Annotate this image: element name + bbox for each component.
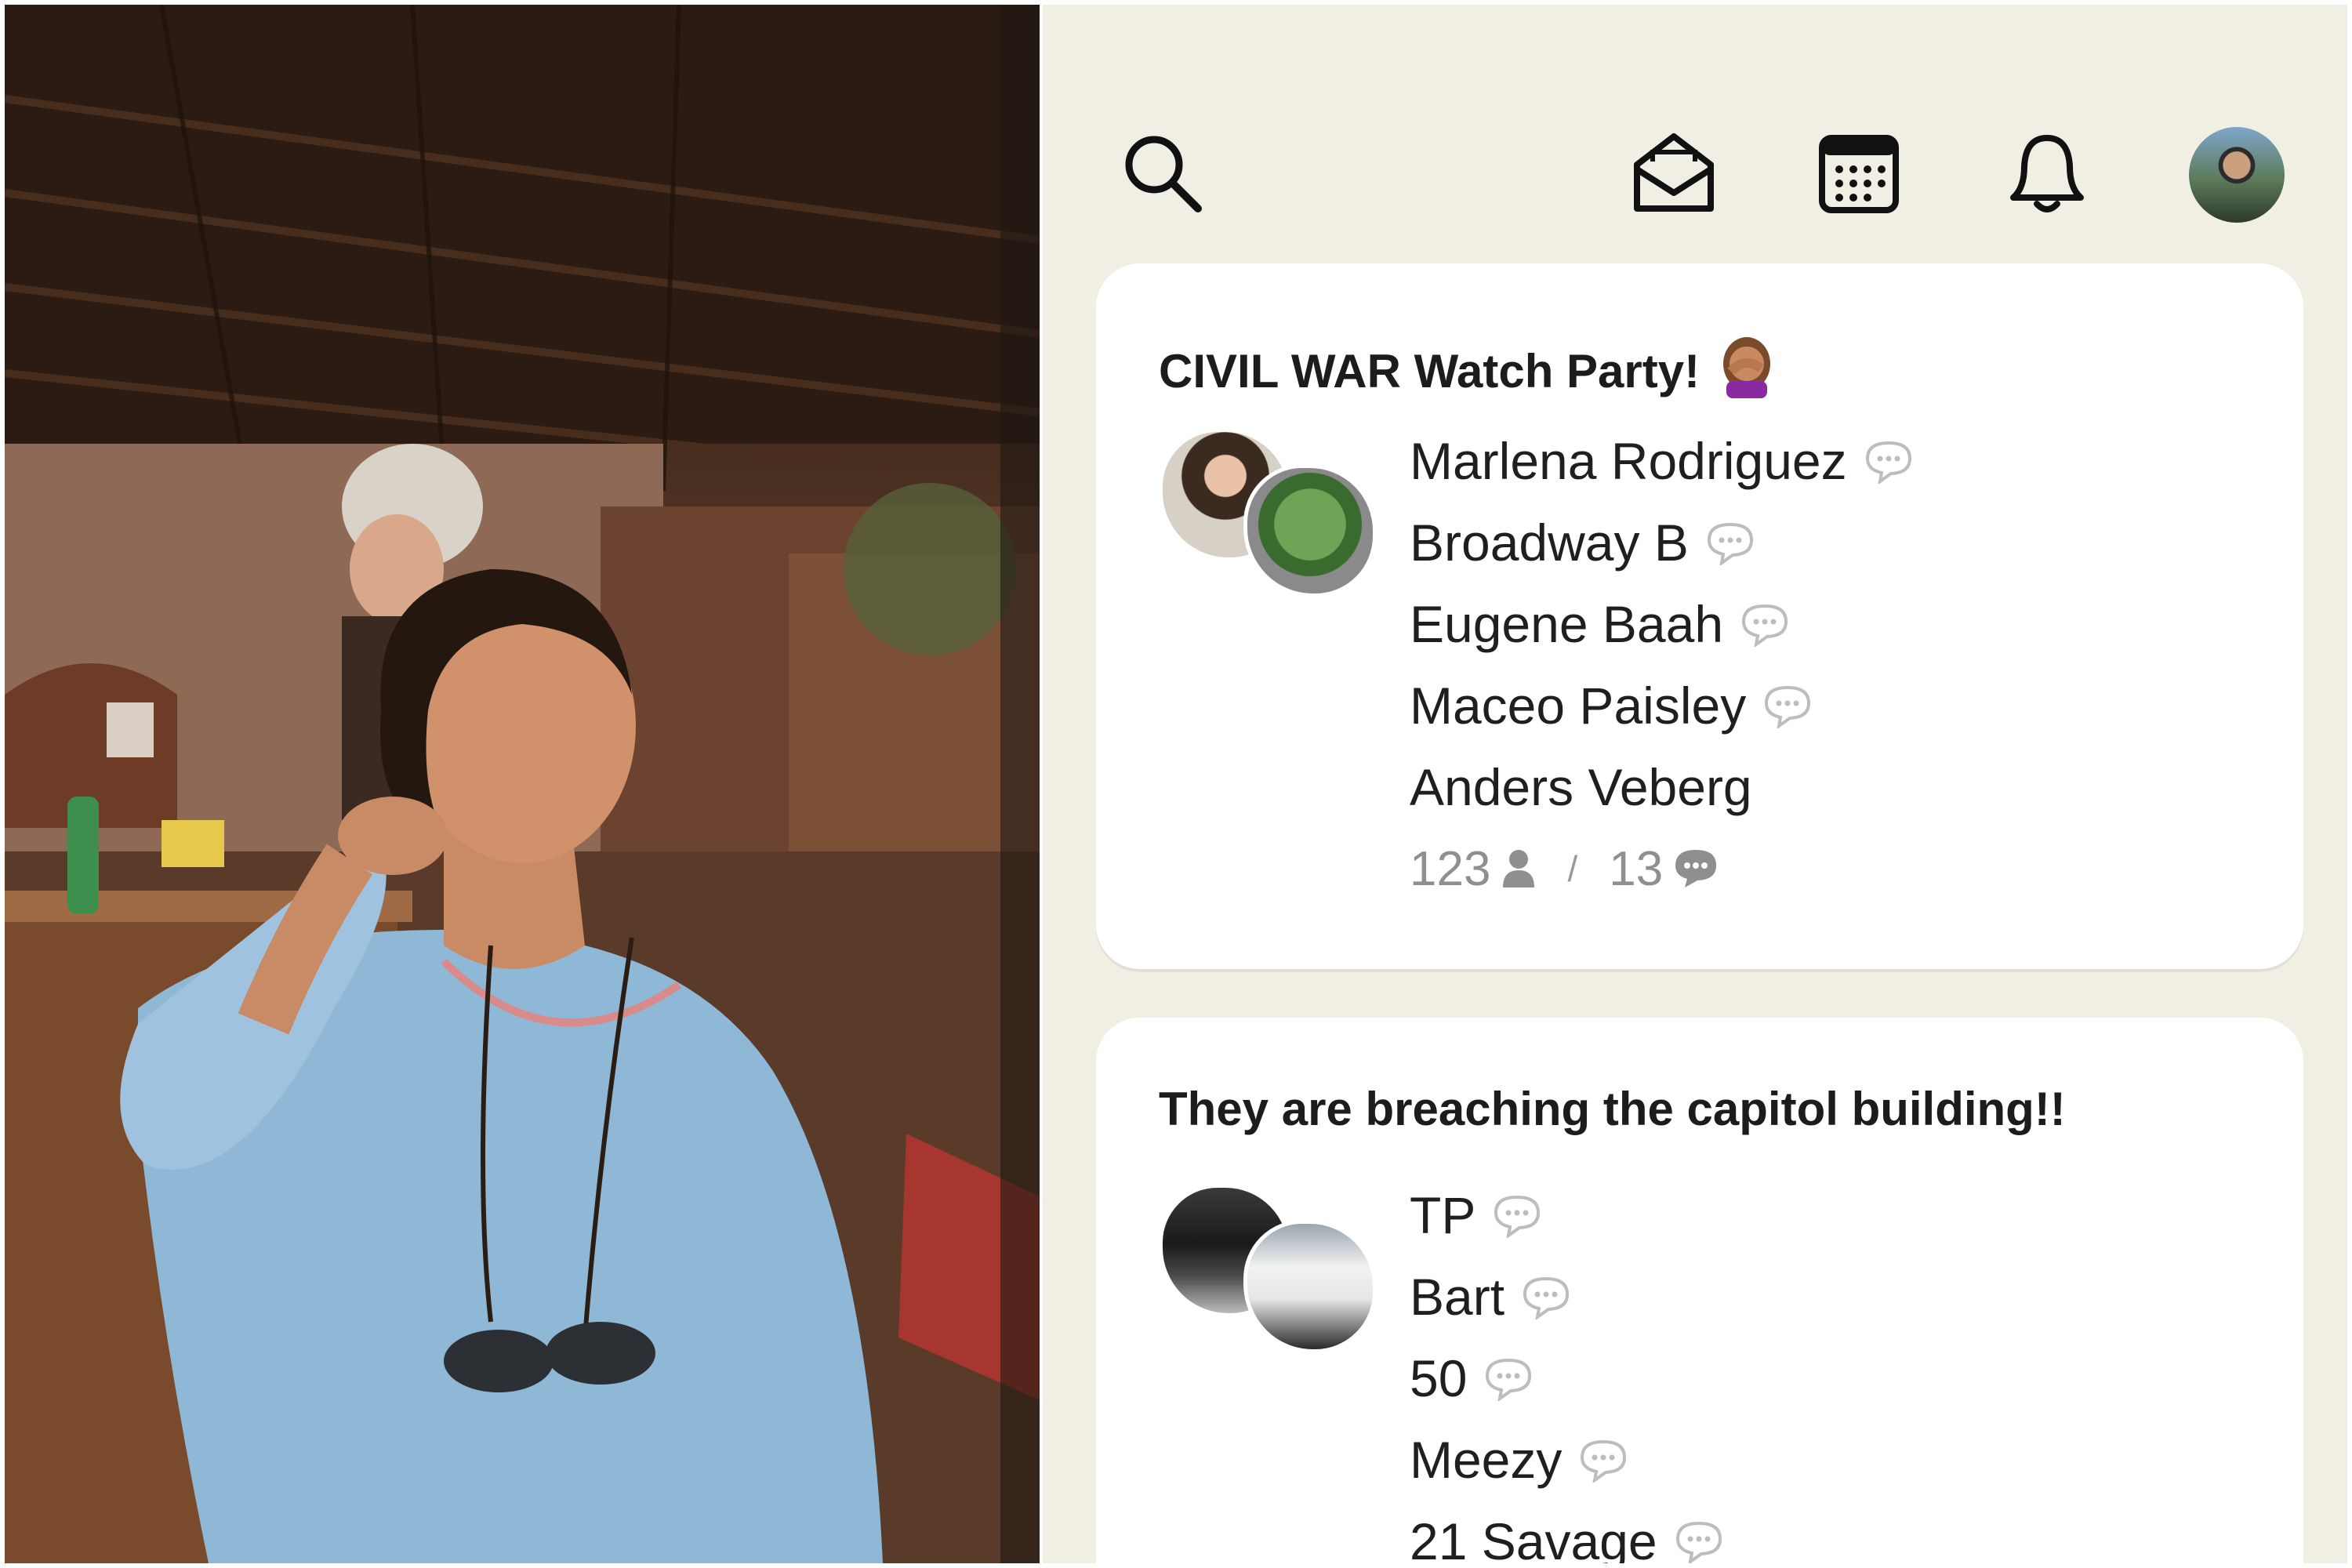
speaker-list: TP Bart 50 Meezy 21 Savage bbox=[1410, 1174, 1723, 1563]
invite-envelope-icon[interactable] bbox=[1631, 130, 1717, 216]
speaking-bubble-icon bbox=[1865, 441, 1911, 484]
room-title: CIVIL WAR Watch Party! bbox=[1159, 332, 1780, 398]
speaking-bubble-icon bbox=[1675, 1521, 1722, 1563]
person-icon bbox=[1503, 850, 1535, 887]
speaker-name[interactable]: 50 bbox=[1410, 1338, 1723, 1419]
speaker-avatar bbox=[1243, 464, 1377, 597]
speaker-avatars bbox=[1159, 428, 1378, 616]
search-icon[interactable] bbox=[1120, 130, 1206, 216]
speaker-name[interactable]: Bart bbox=[1410, 1256, 1723, 1338]
speaker-name[interactable]: Eugene Baah bbox=[1410, 583, 1913, 665]
woman-facepalming-emoji bbox=[1723, 337, 1771, 398]
speaker-name[interactable]: TP bbox=[1410, 1174, 1723, 1256]
speaking-bubble-icon bbox=[1486, 1358, 1532, 1401]
speaking-bubble-icon bbox=[1581, 1439, 1627, 1483]
room-card[interactable]: They are breaching the capitol building!… bbox=[1096, 1018, 2303, 1563]
speaker-name[interactable]: 21 Savage bbox=[1410, 1501, 1723, 1563]
photo-panel bbox=[5, 5, 1040, 1563]
speaker-name[interactable]: Marlena Rodriguez bbox=[1410, 420, 1913, 502]
speaking-bubble-icon bbox=[1742, 604, 1788, 647]
listener-count: 123 bbox=[1410, 841, 1491, 896]
profile-avatar[interactable] bbox=[2189, 127, 2285, 223]
speaker-name[interactable]: Maceo Paisley bbox=[1410, 665, 1913, 746]
speaking-bubble-icon bbox=[1494, 1195, 1541, 1238]
calendar-icon[interactable] bbox=[1816, 130, 1902, 216]
stats-separator: / bbox=[1567, 848, 1578, 889]
speaker-list: Marlena Rodriguez Broadway B Eugene Baah… bbox=[1410, 420, 1913, 909]
speaker-name[interactable]: Meezy bbox=[1410, 1419, 1723, 1501]
chat-bubble-icon bbox=[1675, 850, 1717, 887]
room-card[interactable]: CIVIL WAR Watch Party! Marlena Rodriguez… bbox=[1096, 263, 2303, 969]
speaking-bubble-icon bbox=[1707, 522, 1753, 565]
room-title: They are breaching the capitol building!… bbox=[1159, 1083, 2066, 1135]
speaker-name[interactable]: Anders Veberg bbox=[1410, 746, 1913, 828]
speaking-bubble-icon bbox=[1523, 1276, 1570, 1319]
speaker-name[interactable]: Broadway B bbox=[1410, 502, 1913, 583]
room-stats: 123 / 13 bbox=[1410, 828, 1913, 909]
speaking-bubble-icon bbox=[1765, 685, 1811, 728]
top-bar bbox=[1043, 5, 2347, 240]
app-panel: CIVIL WAR Watch Party! Marlena Rodriguez… bbox=[1043, 5, 2347, 1563]
speaker-avatars bbox=[1159, 1184, 1378, 1372]
bell-icon[interactable] bbox=[2004, 130, 2090, 216]
speaker-count: 13 bbox=[1609, 841, 1664, 896]
woman-at-table-photo bbox=[5, 5, 1040, 1563]
speaker-avatar bbox=[1243, 1220, 1377, 1353]
